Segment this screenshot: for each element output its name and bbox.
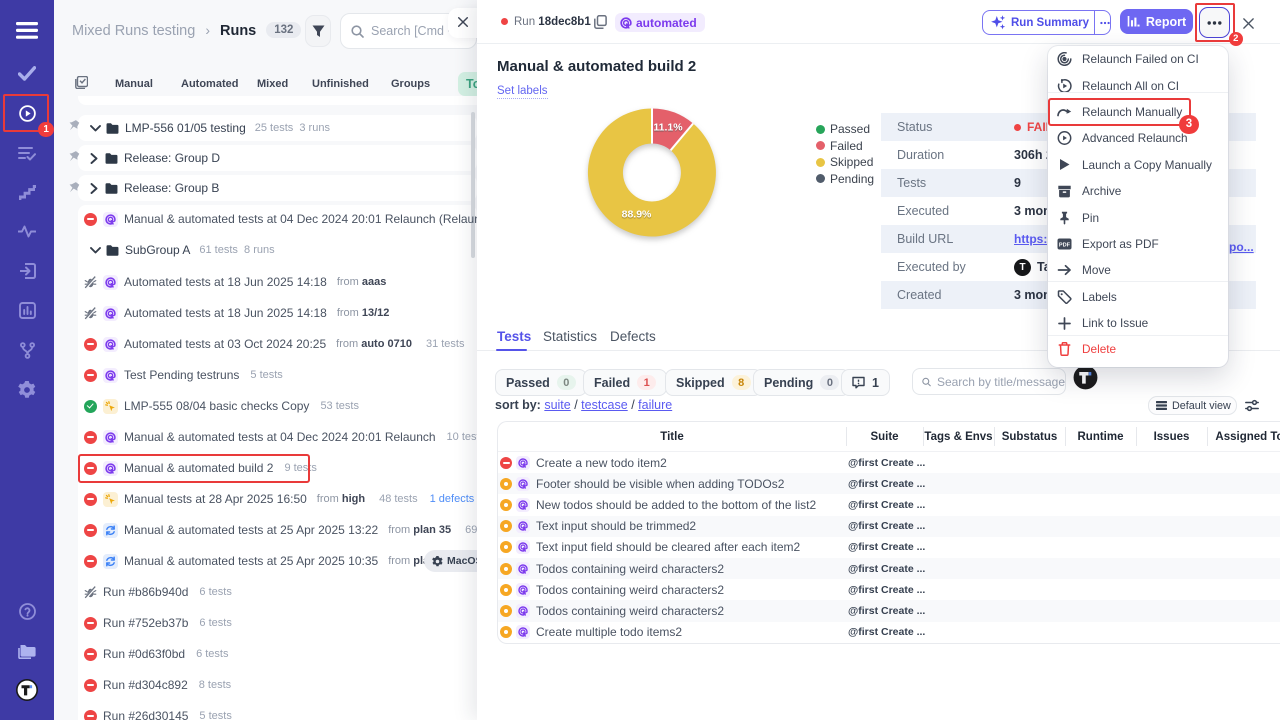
svg-text:11.1%: 11.1% [653,122,683,134]
svg-text:88.9%: 88.9% [622,209,652,221]
svg-text:PDF: PDF [1059,243,1071,249]
